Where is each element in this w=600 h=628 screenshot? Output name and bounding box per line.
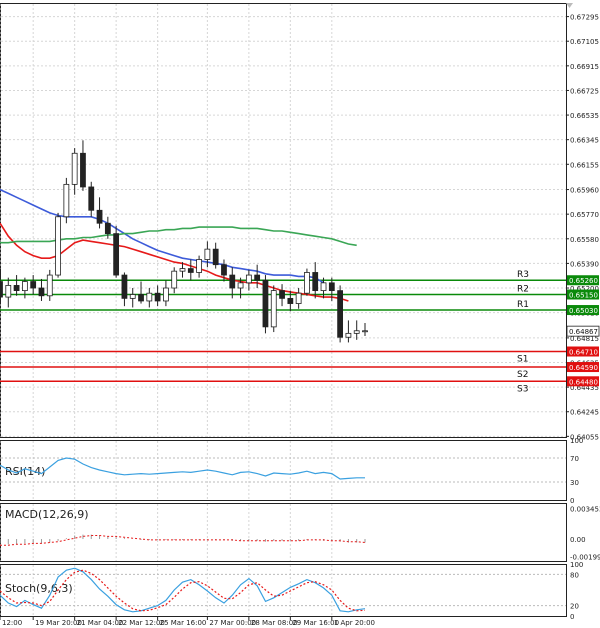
- level-name-label: R3: [517, 270, 529, 280]
- x-axis-tick-label: 28 Mar 08:00: [251, 619, 298, 627]
- candle-body: [245, 274, 252, 284]
- candle-body: [30, 281, 37, 289]
- price-y-tick-label: 0.65580: [570, 236, 599, 244]
- rsi-y-tick-label: 70: [570, 455, 579, 463]
- x-axis-tick-label: 21 Mar 04:00: [77, 619, 124, 627]
- stochastic-panel-frame: [0, 564, 567, 617]
- price-y-tick-label: 0.67105: [570, 38, 599, 46]
- candle-body: [96, 209, 103, 224]
- price-y-tick-label: 0.67295: [570, 14, 599, 22]
- candle-body: [254, 274, 261, 281]
- candle-body: [320, 282, 327, 292]
- candle-body: [80, 152, 86, 188]
- level-name-label: R2: [517, 284, 529, 294]
- rsi-y-tick-label: 30: [570, 479, 579, 487]
- candle-body: [328, 282, 335, 292]
- level-price-tag-label: 0.65150: [569, 291, 598, 299]
- candle-body: [212, 248, 219, 266]
- level-name-label: R1: [517, 300, 529, 310]
- stoch-y-tick-label: 0: [570, 613, 574, 621]
- candle-body: [138, 294, 144, 302]
- macd-indicator-label: MACD(12,26,9): [5, 508, 89, 521]
- x-axis-tick-label: 12:00: [2, 619, 22, 627]
- candle-body: [63, 183, 70, 218]
- level-name-label: S2: [517, 370, 528, 380]
- candle-body: [362, 330, 368, 333]
- candle-body: [5, 285, 12, 298]
- candle-body: [295, 292, 302, 304]
- price-y-tick-label: 0.66155: [570, 161, 599, 169]
- candle-body: [171, 270, 178, 289]
- candle-body: [312, 272, 319, 292]
- candle-body: [337, 290, 344, 338]
- candle-body: [221, 264, 227, 276]
- candle-body: [121, 274, 128, 299]
- candle-body: [55, 216, 61, 276]
- price-y-tick-label: 0.65390: [570, 260, 599, 268]
- price-y-tick-label: 0.65960: [570, 187, 599, 195]
- candle-body: [196, 259, 202, 273]
- macd-y-tick-label: 0.00: [570, 536, 586, 544]
- level-price-tag-label: 0.64590: [569, 364, 598, 372]
- candle-body: [113, 233, 120, 276]
- candle-body: [104, 222, 111, 235]
- x-axis-tick-label: 22 Mar 12:00: [118, 619, 165, 627]
- x-axis-tick-label: 27 Mar 00:00: [209, 619, 256, 627]
- candle-body: [270, 290, 277, 328]
- price-y-tick-label: 0.66915: [570, 63, 599, 71]
- candle-body: [262, 279, 269, 328]
- candle-body: [345, 332, 352, 338]
- rsi-panel-frame: [0, 440, 567, 501]
- price-y-tick-label: 0.66535: [570, 112, 599, 120]
- level-name-label: S1: [517, 354, 528, 364]
- candle-body: [0, 281, 3, 298]
- candle-body: [71, 152, 78, 185]
- candle-body: [237, 282, 244, 289]
- x-axis-tick-label: 1 Apr 20:00: [334, 619, 375, 627]
- candle-body: [287, 297, 294, 304]
- candle-body: [88, 186, 95, 211]
- price-panel-frame: [0, 3, 567, 438]
- stoch-y-tick-label: 100: [570, 561, 583, 569]
- level-name-label: S3: [517, 384, 528, 394]
- candle-body: [154, 292, 161, 302]
- trading-chart: 0.67295 0.67105 0.66915 0.66725 0.66535 0.663…: [0, 3, 600, 627]
- price-y-tick-label: 0.66345: [570, 137, 599, 145]
- candle-body: [21, 281, 28, 292]
- candle-body: [179, 268, 186, 272]
- rsi-y-tick-label: 0: [570, 497, 574, 505]
- candle-body: [38, 287, 45, 297]
- corner-marker-icon: [566, 3, 573, 8]
- candle-body: [204, 248, 211, 260]
- candle-body: [229, 274, 236, 289]
- current-price-label: 0.64867: [569, 328, 598, 336]
- level-price-tag-label: 0.65030: [569, 307, 598, 315]
- candle-body: [129, 294, 136, 299]
- level-price-tag-label: 0.65260: [569, 277, 598, 285]
- rsi-y-tick-label: 100: [570, 437, 583, 445]
- price-y-tick-label: 0.64245: [570, 409, 599, 417]
- macd-y-tick-label: 0.003453: [570, 506, 600, 514]
- x-axis-tick-label: 25 Mar 16:00: [160, 619, 207, 627]
- price-y-tick-label: 0.65770: [570, 211, 599, 219]
- candle-body: [163, 287, 169, 302]
- stoch-y-tick-label: 20: [570, 603, 579, 611]
- x-axis-tick-label: 19 Mar 20:00: [35, 619, 82, 627]
- candle-body: [353, 330, 360, 334]
- stoch-y-tick-label: 80: [570, 571, 579, 579]
- candle-body: [279, 290, 285, 299]
- candle-body: [187, 268, 194, 273]
- level-price-tag-label: 0.64480: [569, 378, 598, 386]
- x-axis-tick-label: 29 Mar 16:00: [292, 619, 339, 627]
- price-y-tick-label: 0.66725: [570, 87, 599, 95]
- candle-body: [146, 292, 153, 302]
- candle-body: [304, 272, 310, 294]
- level-price-tag-label: 0.64710: [569, 348, 598, 356]
- candle-body: [46, 274, 53, 297]
- candle-body: [13, 285, 20, 292]
